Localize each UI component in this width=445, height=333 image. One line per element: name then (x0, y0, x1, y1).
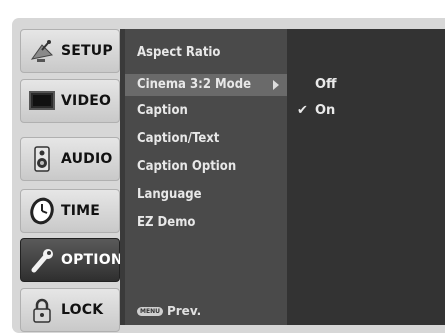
checkmark-icon: ✔ (297, 103, 308, 118)
menu-item-aspect-ratio[interactable]: Aspect Ratio (137, 42, 287, 64)
category-label: LOCK (61, 302, 104, 318)
menu-item-ez-demo[interactable]: EZ Demo (137, 212, 287, 234)
category-label: TIME (61, 203, 101, 219)
satellite-dish-icon (27, 36, 57, 66)
monitor-icon (27, 86, 57, 116)
menu-item-language[interactable]: Language (137, 184, 287, 206)
menu-item-cinema-32-mode[interactable]: Cinema 3:2 Mode (125, 74, 287, 96)
menu-key-icon: MENU (137, 306, 163, 316)
padlock-icon (27, 295, 57, 325)
category-column: SETUP VIDEO AUDIO TIME OPTION LOCK (20, 29, 123, 332)
category-label: SETUP (61, 43, 113, 59)
cinema-mode-submenu: Off ✔ On (287, 29, 445, 325)
clock-icon (27, 196, 57, 226)
menu-footer: MENU Prev. (137, 304, 201, 318)
category-label: OPTION (61, 252, 123, 268)
menu-item-caption-text[interactable]: Caption/Text (137, 128, 287, 150)
category-setup[interactable]: SETUP (20, 29, 120, 73)
wrench-icon (27, 245, 57, 275)
category-label: AUDIO (61, 151, 113, 167)
tv-menu-screen: SETUP VIDEO AUDIO TIME OPTION LOCK Aspec… (0, 0, 445, 333)
category-label: VIDEO (61, 93, 112, 109)
option-on[interactable]: On (315, 100, 335, 122)
menu-item-caption[interactable]: Caption (137, 100, 287, 122)
category-time[interactable]: TIME (20, 189, 120, 233)
category-lock[interactable]: LOCK (20, 288, 120, 332)
option-off[interactable]: Off (315, 74, 337, 96)
category-audio[interactable]: AUDIO (20, 137, 120, 181)
footer-label: Prev. (166, 304, 202, 318)
speaker-icon (27, 144, 57, 174)
option-menu: Aspect Ratio Cinema 3:2 Mode Caption Cap… (120, 29, 287, 325)
menu-item-label: Cinema 3:2 Mode (137, 77, 252, 92)
menu-item-caption-option[interactable]: Caption Option (137, 156, 287, 178)
chevron-right-icon (273, 80, 279, 90)
category-option[interactable]: OPTION (20, 238, 123, 282)
category-video[interactable]: VIDEO (20, 79, 120, 123)
